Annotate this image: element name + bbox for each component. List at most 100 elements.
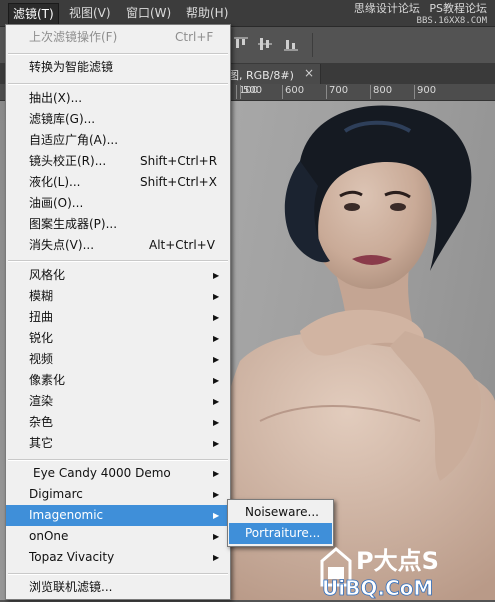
ruler-tick: 500 (240, 85, 262, 99)
logo-graphic: P大点S UiBQ.CoM (320, 547, 439, 600)
menu-item-label: 镜头校正(R)... (29, 154, 107, 168)
submenu-arrow-icon: ▶ (213, 553, 220, 562)
submenu-arrow-icon: ▶ (213, 313, 220, 322)
menu-item-distort[interactable]: 扭曲 ▶ (6, 307, 230, 328)
menu-item-label: 滤镜库(G)... (29, 112, 96, 126)
menu-item-eye-candy[interactable]: Eye Candy 4000 Demo ▶ (6, 463, 230, 484)
menu-item-filter-gallery[interactable]: 滤镜库(G)... (6, 109, 230, 130)
submenu-arrow-icon: ▶ (213, 469, 220, 478)
align-vcenter-icon[interactable] (256, 35, 274, 53)
menu-item-label: 抽出(X)... (29, 91, 83, 105)
toolbar-divider (312, 33, 313, 57)
menu-item-shortcut: Shift+Ctrl+R (140, 154, 218, 168)
align-bottom-icon[interactable] (282, 35, 300, 53)
submenu-arrow-icon: ▶ (213, 439, 220, 448)
ruler-tick: 800 (370, 85, 392, 99)
submenu-arrow-icon: ▶ (213, 355, 220, 364)
ruler-tick: 900 (414, 85, 436, 99)
menu-item-digimarc[interactable]: Digimarc ▶ (6, 484, 230, 505)
submenu-arrow-icon: ▶ (213, 271, 220, 280)
menu-item-label: 锐化 (29, 331, 54, 345)
watermark: 思缘设计论坛 PS教程论坛 BBS.16XX8.COM (354, 3, 487, 27)
menu-item-label: 上次滤镜操作(F) (29, 30, 118, 44)
menu-item-stylize[interactable]: 风格化 ▶ (6, 265, 230, 286)
menu-item-shortcut: Ctrl+F (175, 30, 214, 44)
menu-item-other[interactable]: 其它 ▶ (6, 433, 230, 454)
menu-item-adaptive-wide-angle[interactable]: 自适应广角(A)... (6, 130, 230, 151)
logo-text-secondary: UiBQ.CoM (322, 576, 433, 599)
ruler-tick: 700 (326, 85, 348, 99)
menu-help[interactable]: 帮助(H) (182, 3, 232, 23)
menu-item-label: Eye Candy 4000 Demo (33, 466, 171, 480)
menu-item-label: Noiseware... (245, 505, 319, 519)
menu-item-label: onOne (29, 529, 69, 543)
menu-item-label: Digimarc (29, 487, 83, 501)
menu-item-topaz-vivacity[interactable]: Topaz Vivacity ▶ (6, 547, 230, 568)
close-icon[interactable]: × (304, 66, 314, 80)
menu-item-last-filter[interactable]: 上次滤镜操作(F) Ctrl+F (6, 27, 230, 48)
site-logo: P大点S UiBQ.CoM (316, 541, 495, 600)
document-tab[interactable]: 图, RGB/8#) × (225, 64, 321, 84)
menu-bar: 滤镜(T) 视图(V) 窗口(W) 帮助(H) 思缘设计论坛 PS教程论坛 BB… (0, 0, 495, 27)
menu-item-label: 模糊 (29, 289, 54, 303)
menu-item-sharpen[interactable]: 锐化 ▶ (6, 328, 230, 349)
menu-item-label: 视频 (29, 352, 54, 366)
menu-separator (8, 459, 228, 461)
menu-item-pattern-maker[interactable]: 图案生成器(P)... (6, 214, 230, 235)
menu-item-lens-correction[interactable]: 镜头校正(R)... Shift+Ctrl+R (6, 151, 230, 172)
menu-item-browse-online-filters[interactable]: 浏览联机滤镜... (6, 577, 230, 598)
menu-item-label: Imagenomic (29, 508, 104, 522)
menu-item-video[interactable]: 视频 ▶ (6, 349, 230, 370)
menu-item-label: 转换为智能滤镜 (29, 60, 114, 74)
menu-item-pixelate[interactable]: 像素化 ▶ (6, 370, 230, 391)
menu-separator (8, 83, 228, 85)
menu-item-label: 消失点(V)... (29, 238, 95, 252)
menu-filter[interactable]: 滤镜(T) (8, 3, 59, 24)
menu-item-vanishing-point[interactable]: 消失点(V)... Alt+Ctrl+V (6, 235, 230, 256)
menu-item-render[interactable]: 渲染 ▶ (6, 391, 230, 412)
menu-item-smart-filter[interactable]: 转换为智能滤镜 (6, 57, 230, 78)
align-top-icon[interactable] (232, 35, 250, 53)
ruler-tick: 600 (282, 85, 304, 99)
submenu-arrow-icon: ▶ (213, 292, 220, 301)
menu-item-label: 渲染 (29, 394, 54, 408)
submenu-arrow-icon: ▶ (213, 511, 220, 520)
submenu-arrow-icon: ▶ (213, 532, 220, 541)
menu-separator (8, 573, 228, 575)
menu-item-label: 油画(O)... (29, 196, 84, 210)
menu-item-extract[interactable]: 抽出(X)... (6, 88, 230, 109)
menu-item-label: 浏览联机滤镜... (29, 580, 113, 594)
submenu-arrow-icon: ▶ (213, 334, 220, 343)
imagenomic-submenu: Noiseware... Portraiture... (227, 499, 334, 547)
menu-item-label: Topaz Vivacity (29, 550, 115, 564)
menu-item-label: 其它 (29, 436, 54, 450)
logo-text-primary: P大点S (356, 547, 439, 575)
submenu-arrow-icon: ▶ (213, 418, 220, 427)
submenu-arrow-icon: ▶ (213, 397, 220, 406)
menu-item-noise[interactable]: 杂色 ▶ (6, 412, 230, 433)
menu-item-onone[interactable]: onOne ▶ (6, 526, 230, 547)
menu-view[interactable]: 视图(V) (65, 3, 115, 23)
menu-separator (8, 260, 228, 262)
document-tab-title: 图, RGB/8#) (228, 69, 294, 82)
menu-item-label: 液化(L)... (29, 175, 81, 189)
menu-item-label: 图案生成器(P)... (29, 217, 118, 231)
menu-item-blur[interactable]: 模糊 ▶ (6, 286, 230, 307)
menu-item-label: 风格化 (29, 268, 66, 282)
submenu-arrow-icon: ▶ (213, 490, 220, 499)
watermark-text-1: 思缘设计论坛 (353, 2, 420, 15)
watermark-text-2: PS教程论坛 (429, 2, 487, 15)
menu-item-imagenomic[interactable]: Imagenomic ▶ (6, 505, 230, 526)
submenu-item-noiseware[interactable]: Noiseware... (229, 502, 332, 523)
submenu-arrow-icon: ▶ (213, 376, 220, 385)
filter-menu: 上次滤镜操作(F) Ctrl+F 转换为智能滤镜 抽出(X)... 滤镜库(G)… (5, 24, 231, 600)
menu-window[interactable]: 窗口(W) (122, 3, 175, 23)
menu-item-liquify[interactable]: 液化(L)... Shift+Ctrl+X (6, 172, 230, 193)
menu-item-label: 杂色 (29, 415, 54, 429)
menu-item-oil-paint[interactable]: 油画(O)... (6, 193, 230, 214)
menu-separator (8, 53, 228, 55)
menu-item-label: 像素化 (29, 373, 66, 387)
menu-item-label: 自适应广角(A)... (29, 133, 119, 147)
menu-item-shortcut: Alt+Ctrl+V (149, 238, 215, 252)
menu-item-shortcut: Shift+Ctrl+X (140, 175, 217, 189)
